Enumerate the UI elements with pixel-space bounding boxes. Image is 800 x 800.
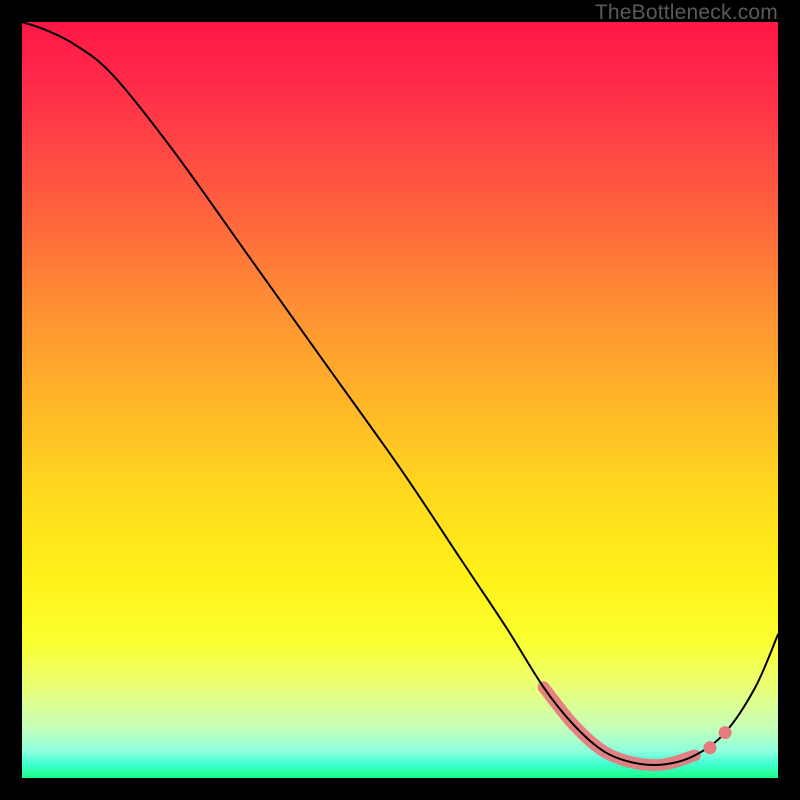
curve-svg xyxy=(22,22,778,778)
chart-frame: TheBottleneck.com xyxy=(0,0,800,800)
plot-area xyxy=(20,20,780,780)
highlight-dot xyxy=(703,741,716,754)
highlight-dot xyxy=(719,726,732,739)
highlight-band xyxy=(544,687,695,765)
main-curve xyxy=(22,22,778,765)
